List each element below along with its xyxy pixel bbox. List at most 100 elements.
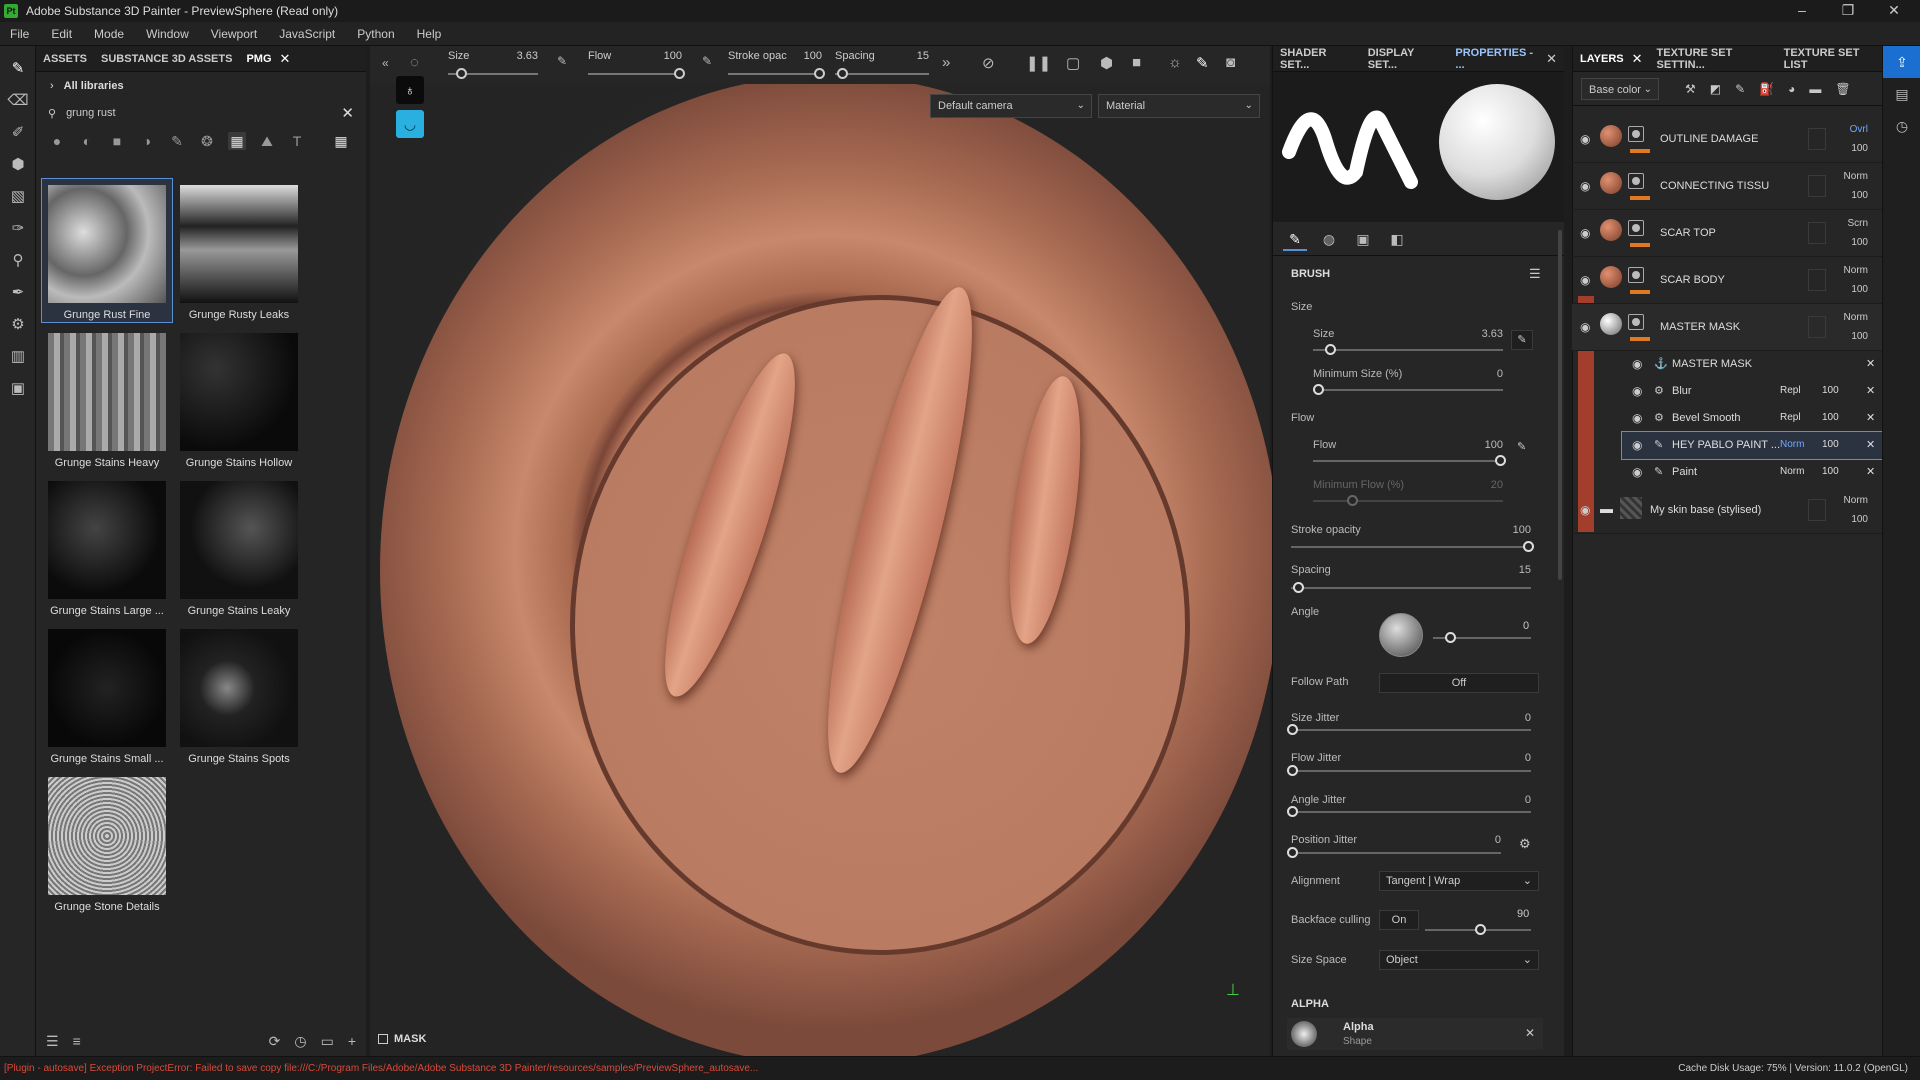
flow-knob[interactable]: [674, 68, 685, 79]
polygon-fill-icon[interactable]: ▧: [0, 180, 36, 212]
close-icon[interactable]: ✕: [1632, 51, 1643, 67]
layer-row[interactable]: ◉ MASTER MASK Norm 100: [1572, 304, 1882, 351]
tab-layers[interactable]: LAYERS ✕: [1573, 46, 1650, 72]
tab-substance-3d-assets[interactable]: SUBSTANCE 3D ASSETS: [94, 46, 239, 72]
log-icon[interactable]: ▤: [1883, 78, 1920, 110]
menu-viewport[interactable]: Viewport: [201, 27, 269, 41]
close-icon[interactable]: ✕: [1866, 465, 1875, 478]
clone-stamp-icon[interactable]: ⚲: [0, 244, 36, 276]
min-size-slider[interactable]: [1313, 389, 1503, 391]
menu-javascript[interactable]: JavaScript: [269, 27, 347, 41]
eye-icon[interactable]: ◉: [1632, 384, 1642, 398]
history-icon[interactable]: ◷: [1883, 110, 1920, 142]
close-icon[interactable]: ✕: [1872, 0, 1916, 22]
stroke-opacity-knob[interactable]: [1523, 541, 1534, 552]
stroke-opacity-slider[interactable]: Stroke opac 100: [728, 46, 825, 84]
paint-mode-icon[interactable]: ✎: [1196, 54, 1209, 72]
eraser-icon[interactable]: ⌫: [0, 84, 36, 116]
position-jitter-knob[interactable]: [1287, 847, 1298, 858]
clear-search-icon[interactable]: ✕: [341, 104, 354, 122]
asset-thumbnail[interactable]: Grunge Stains Small ...: [42, 623, 172, 766]
spacing-knob[interactable]: [837, 68, 848, 79]
folder-opacity[interactable]: 100: [1851, 514, 1868, 525]
layer-checkbox[interactable]: [1808, 316, 1826, 338]
search-input[interactable]: grung rust: [66, 107, 116, 119]
tab-texture-set-settings[interactable]: TEXTURE SET SETTIN...: [1650, 46, 1777, 72]
layer-opacity[interactable]: 100: [1851, 237, 1868, 248]
filter-list-icon[interactable]: ☰: [46, 1033, 59, 1050]
camera-dropdown[interactable]: Default camera ⌄: [930, 94, 1092, 118]
alignment-dropdown[interactable]: Tangent | Wrap ⌄: [1379, 871, 1539, 891]
properties-scrollbar[interactable]: [1558, 230, 1562, 580]
smudge-icon[interactable]: ✑: [0, 212, 36, 244]
grid-view-icon[interactable]: ▦: [332, 132, 350, 150]
material-tab-icon[interactable]: ◍: [1317, 227, 1341, 251]
close-icon[interactable]: ✕: [1525, 1026, 1535, 1040]
layer-row[interactable]: ◉ SCAR TOP Scrn 100: [1572, 210, 1882, 257]
particle-filter-icon[interactable]: ❂: [198, 132, 216, 150]
eye-icon[interactable]: ◉: [1580, 273, 1590, 287]
smart-material-filter-icon[interactable]: ◐: [78, 132, 96, 150]
alpha-tab-icon[interactable]: ◧: [1385, 227, 1409, 251]
eye-icon[interactable]: ◉: [1632, 411, 1642, 425]
asset-thumbnail[interactable]: Grunge Stains Leaky: [174, 475, 304, 618]
pause-icon[interactable]: ❚❚: [1026, 54, 1051, 72]
tab-display-settings[interactable]: DISPLAY SET...: [1361, 46, 1449, 72]
size-jitter-knob[interactable]: [1287, 724, 1298, 735]
close-icon[interactable]: ✕: [1866, 438, 1875, 451]
measure-icon[interactable]: ▥: [0, 340, 36, 372]
layer-checkbox[interactable]: [1808, 222, 1826, 244]
asset-thumbnail[interactable]: Grunge Stains Heavy: [42, 327, 172, 470]
text-filter-icon[interactable]: T: [288, 132, 306, 150]
layer-checkbox[interactable]: [1808, 128, 1826, 150]
asset-thumbnail[interactable]: Grunge Stains Hollow: [174, 327, 304, 470]
eye-icon[interactable]: ◉: [1580, 179, 1590, 193]
eye-icon[interactable]: ◉: [1632, 438, 1642, 452]
tab-properties[interactable]: PROPERTIES - ... ✕: [1448, 46, 1564, 72]
mask-effect-row[interactable]: ◉ ✎ HEY PABLO PAINT ... Norm 100 ✕: [1621, 431, 1883, 460]
menu-python[interactable]: Python: [347, 27, 406, 41]
history-icon[interactable]: ◷: [294, 1033, 306, 1050]
effect-opacity[interactable]: 100: [1822, 412, 1839, 423]
spacing-slider[interactable]: [1291, 587, 1531, 589]
eye-icon[interactable]: ◉: [1580, 132, 1590, 146]
flow-jitter-slider[interactable]: [1291, 770, 1531, 772]
eye-icon[interactable]: ◉: [1580, 226, 1590, 240]
blend-mode[interactable]: Ovrl: [1850, 124, 1868, 135]
environment-icon[interactable]: ◡: [396, 110, 424, 138]
asset-thumbnail[interactable]: Grunge Rusty Leaks: [174, 179, 304, 322]
eye-icon[interactable]: ◉: [1580, 503, 1590, 517]
add-fill-layer-icon[interactable]: ⛽: [1759, 82, 1774, 96]
spacing-slider[interactable]: Spacing 15: [835, 46, 929, 84]
mask-effect-row[interactable]: ◉ ⚓ MASTER MASK ✕: [1622, 351, 1882, 378]
layer-row[interactable]: ◉ CONNECTING TISSU Norm 100: [1572, 163, 1882, 210]
collapse-icon[interactable]: «: [382, 56, 389, 70]
tab-texture-set-list[interactable]: TEXTURE SET LIST: [1777, 46, 1882, 72]
flow-knob[interactable]: [1495, 455, 1506, 466]
close-icon[interactable]: ✕: [1866, 357, 1875, 370]
new-folder-icon[interactable]: ▭: [321, 1033, 334, 1050]
lightbulb-icon[interactable]: ♁: [396, 76, 424, 104]
add-group-icon[interactable]: ◕: [1788, 82, 1795, 96]
layer-checkbox[interactable]: [1808, 175, 1826, 197]
effect-opacity[interactable]: 100: [1822, 385, 1839, 396]
asset-thumbnail[interactable]: Grunge Rust Fine: [41, 178, 173, 323]
library-selector[interactable]: › All libraries: [36, 72, 366, 100]
size-slider[interactable]: Size 3.63: [448, 46, 538, 84]
add-icon[interactable]: +: [348, 1033, 356, 1049]
stroke-knob[interactable]: [814, 68, 825, 79]
blend-mode[interactable]: Norm: [1844, 312, 1868, 323]
menu-file[interactable]: File: [0, 27, 41, 41]
brush-tab-icon[interactable]: ✎: [1283, 227, 1307, 251]
min-size-knob[interactable]: [1313, 384, 1324, 395]
spacing-knob[interactable]: [1293, 582, 1304, 593]
stroke-opacity-slider[interactable]: [1291, 546, 1531, 548]
bake-icon[interactable]: ⚙: [0, 308, 36, 340]
expand-icon[interactable]: »: [942, 54, 950, 71]
effect-opacity[interactable]: 100: [1822, 439, 1839, 450]
view-mode-dropdown[interactable]: Material ⌄: [1098, 94, 1260, 118]
add-paint-layer-icon[interactable]: ✎: [1735, 82, 1745, 96]
blend-mode[interactable]: Norm: [1844, 171, 1868, 182]
gear-icon[interactable]: ⚙: [1519, 836, 1531, 852]
blend-mode[interactable]: Norm: [1844, 495, 1868, 506]
